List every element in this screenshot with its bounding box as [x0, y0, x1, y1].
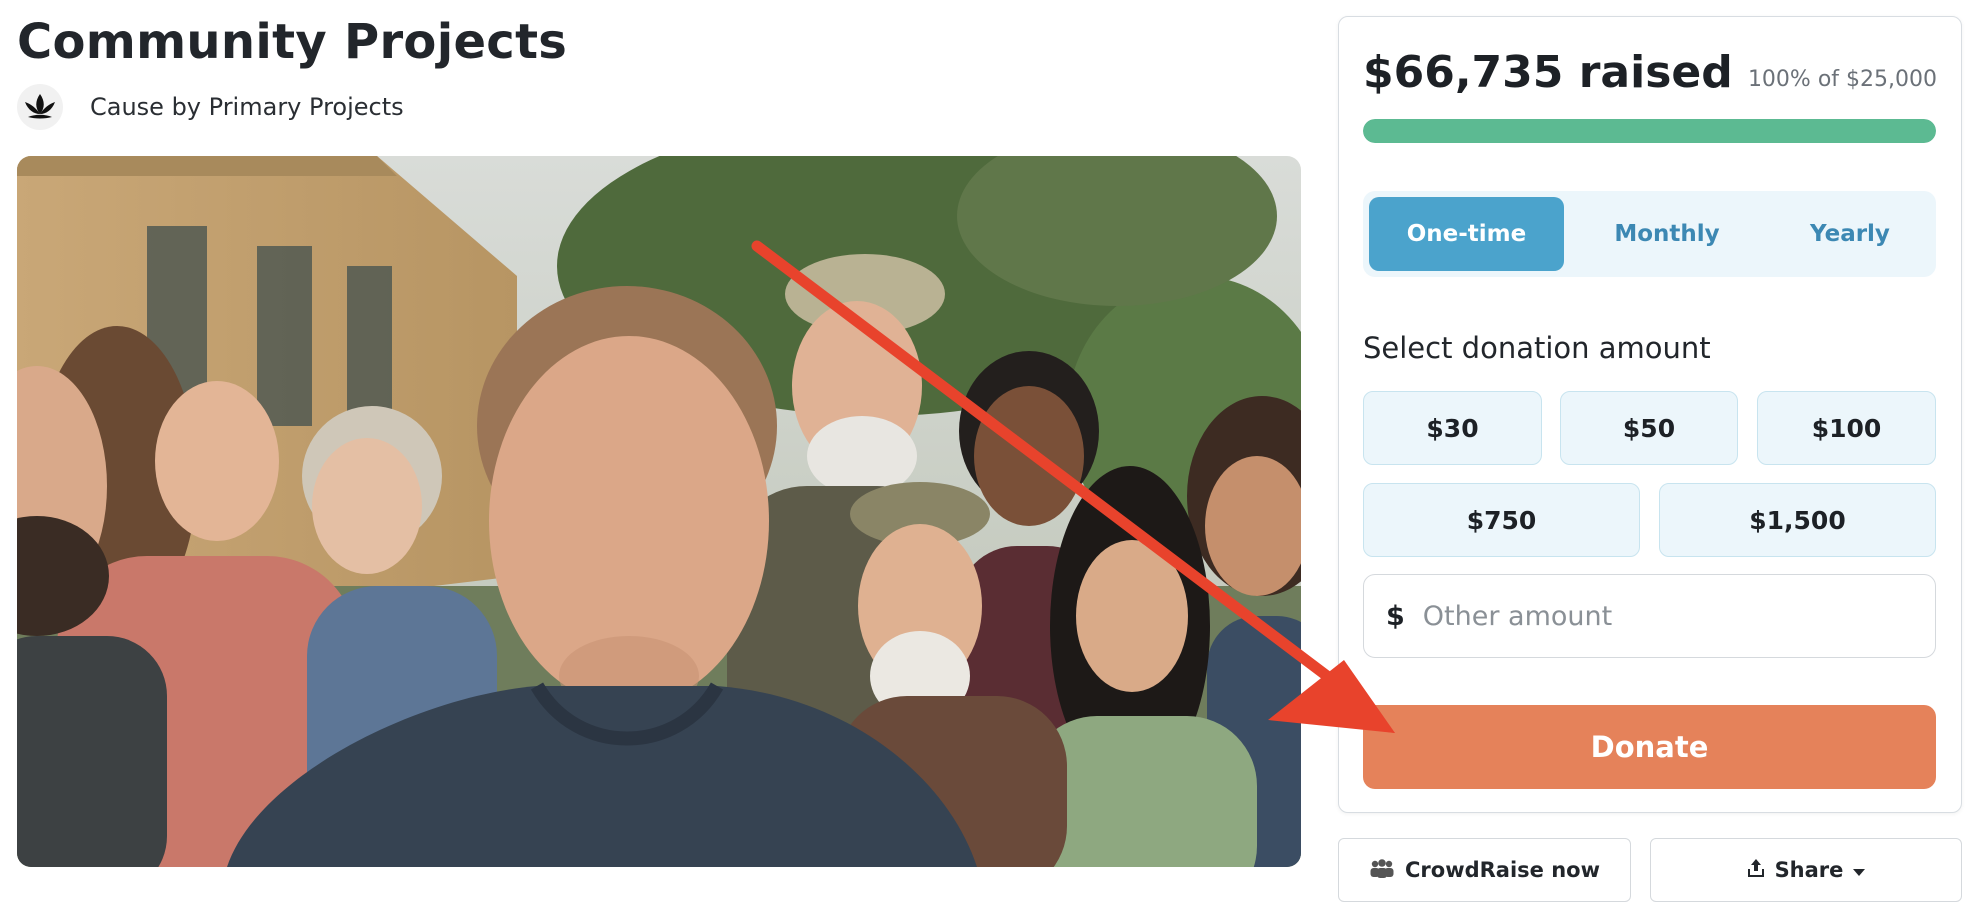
progress-fill	[1363, 119, 1936, 143]
donation-card: $66,735 raised 100% of $25,000 One-time …	[1338, 16, 1962, 813]
donate-button[interactable]: Donate	[1363, 705, 1936, 789]
upload-share-icon	[1747, 858, 1765, 883]
share-button[interactable]: Share	[1650, 838, 1962, 902]
people-group-icon	[1369, 858, 1395, 883]
lotus-leaf-icon[interactable]	[17, 84, 63, 130]
amount-option-30[interactable]: $30	[1363, 391, 1542, 465]
page-title: Community Projects	[17, 14, 568, 70]
caret-down-icon	[1853, 858, 1866, 882]
byline-text[interactable]: Cause by Primary Projects	[90, 93, 404, 121]
goal-progress-text: 100% of $25,000	[1747, 67, 1937, 92]
amount-option-750[interactable]: $750	[1363, 483, 1640, 557]
progress-bar	[1363, 119, 1936, 143]
currency-symbol: $	[1386, 600, 1405, 632]
tab-monthly[interactable]: Monthly	[1564, 197, 1770, 271]
tab-one-time[interactable]: One-time	[1369, 197, 1564, 271]
other-amount-input[interactable]	[1422, 600, 1903, 632]
crowdraise-label: CrowdRaise now	[1405, 858, 1600, 882]
share-label: Share	[1774, 858, 1844, 882]
crowdraise-button[interactable]: CrowdRaise now	[1338, 838, 1631, 902]
select-amount-label: Select donation amount	[1363, 331, 1711, 365]
amount-raised: $66,735 raised	[1363, 47, 1733, 98]
byline: Cause by Primary Projects	[17, 84, 404, 130]
amount-option-1500[interactable]: $1,500	[1659, 483, 1936, 557]
frequency-selector: One-time Monthly Yearly	[1363, 191, 1936, 277]
hero-photo	[17, 156, 1301, 867]
tab-yearly[interactable]: Yearly	[1770, 197, 1930, 271]
amount-option-50[interactable]: $50	[1560, 391, 1738, 465]
amount-option-100[interactable]: $100	[1757, 391, 1936, 465]
other-amount-field[interactable]: $	[1363, 574, 1936, 658]
